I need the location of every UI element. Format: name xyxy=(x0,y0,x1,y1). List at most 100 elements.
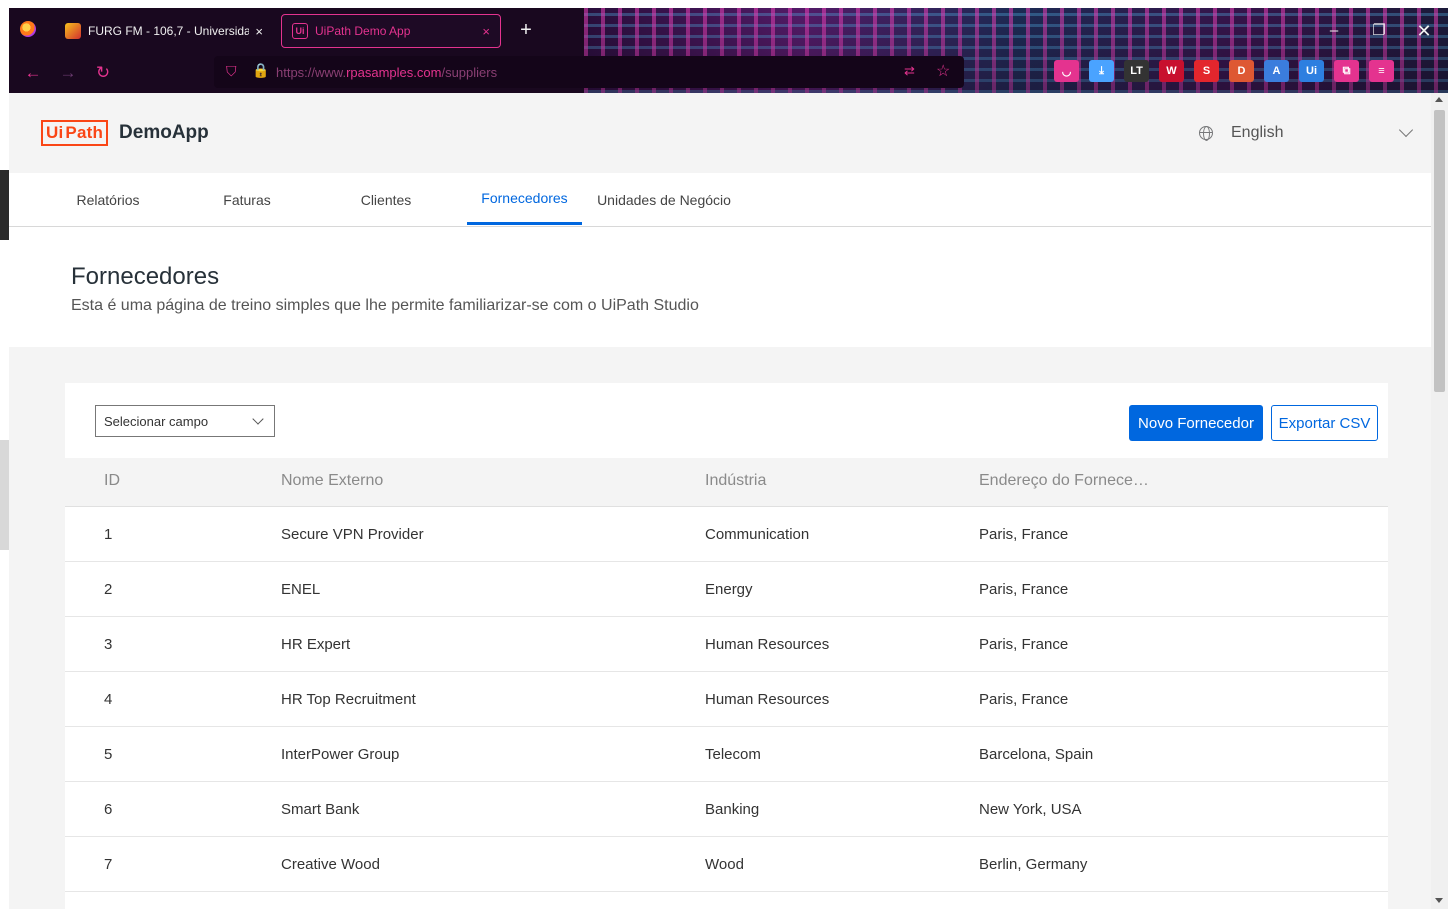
column-header-industry[interactable]: Indústria xyxy=(705,472,766,490)
scroll-down-icon[interactable] xyxy=(1435,898,1443,903)
cell-id: 7 xyxy=(104,856,113,873)
column-header-name[interactable]: Nome Externo xyxy=(281,472,383,490)
cell-id: 4 xyxy=(104,691,113,708)
table-row[interactable]: 6 Smart Bank Banking New York, USA xyxy=(65,782,1388,837)
close-tab-icon[interactable]: × xyxy=(255,24,263,39)
cell-address: Paris, France xyxy=(979,636,1069,653)
cell-industry: Banking xyxy=(705,801,760,818)
suppliers-table: ID Nome Externo Indústria Endereço do Fo… xyxy=(65,458,1388,892)
screen: FURG FM - 106,7 - Universidade × Ui UiPa… xyxy=(0,0,1456,916)
cell-industry: Human Resources xyxy=(705,636,830,653)
uipath-ext-icon[interactable]: Ui xyxy=(1299,60,1324,82)
tab-clientes[interactable]: Clientes xyxy=(329,173,443,226)
cell-address: Berlin, Germany xyxy=(979,856,1088,873)
globe-icon xyxy=(1199,126,1213,141)
language-select[interactable]: English xyxy=(1199,121,1415,145)
cell-name: Secure VPN Provider xyxy=(281,526,424,543)
browser-tab-furg[interactable]: FURG FM - 106,7 - Universidade × xyxy=(55,14,273,48)
browser-tab-uipath[interactable]: Ui UiPath Demo App × xyxy=(281,14,501,48)
page-subtitle: Esta é uma página de treino simples que … xyxy=(71,297,699,314)
url-text[interactable]: https://www.rpasamples.com/suppliers xyxy=(276,65,497,80)
column-header-address[interactable]: Endereço do Fornece… xyxy=(979,472,1149,490)
app-name: DemoApp xyxy=(119,122,209,143)
cell-id: 6 xyxy=(104,801,113,818)
forward-button[interactable]: → xyxy=(56,61,80,85)
back-button[interactable]: ← xyxy=(21,61,45,85)
cell-industry: Communication xyxy=(705,526,810,543)
cell-id: 3 xyxy=(104,636,113,653)
cell-address: Paris, France xyxy=(979,581,1069,598)
tab-relatorios[interactable]: Relatórios xyxy=(51,173,165,226)
cell-industry: Energy xyxy=(705,581,753,598)
page-intro: Fornecedores Esta é uma página de treino… xyxy=(9,227,1431,347)
table-row[interactable]: 4 HR Top Recruitment Human Resources Paris,… xyxy=(65,672,1388,727)
page-scrollbar[interactable] xyxy=(1431,93,1448,909)
new-supplier-button[interactable]: Novo Fornecedor xyxy=(1129,405,1263,441)
lock-icon[interactable]: 🔒 xyxy=(252,62,269,79)
tab-unidades-de-negocio[interactable]: Unidades de Negócio xyxy=(594,173,734,226)
chevron-down-icon xyxy=(1398,122,1414,138)
close-window-button[interactable]: ✕ xyxy=(1411,20,1437,42)
url-path: /suppliers xyxy=(441,65,498,80)
uipath-logo[interactable]: Ui Path DemoApp xyxy=(41,120,209,146)
desktop-edge xyxy=(0,0,9,916)
table-row[interactable]: 2 ENEL Energy Paris, France xyxy=(65,562,1388,617)
tracking-protection-icon[interactable]: ⛉ xyxy=(226,63,237,80)
desktop-window-edge xyxy=(0,440,9,550)
url-domain: rpasamples.com xyxy=(346,65,442,80)
firefox-icon[interactable] xyxy=(20,21,36,37)
cell-id: 5 xyxy=(104,746,113,763)
tab-fornecedores[interactable]: Fornecedores xyxy=(467,173,582,225)
extensions-icon[interactable]: ⧉ xyxy=(1334,60,1359,82)
uipath-favicon-icon: Ui xyxy=(292,23,308,39)
menu-icon[interactable]: ≡ xyxy=(1369,60,1394,82)
table-row[interactable]: 7 Creative Wood Wood Berlin, Germany xyxy=(65,837,1388,892)
table-row[interactable]: 1 Secure VPN Provider Communication Paris, … xyxy=(65,507,1388,562)
field-select[interactable]: Selecionar campo xyxy=(95,405,275,437)
cell-address: Paris, France xyxy=(979,526,1069,543)
desktop-window-edge xyxy=(0,170,9,240)
cell-industry: Human Resources xyxy=(705,691,830,708)
address-bar[interactable]: ⛉ 🔒 https://www.rpasamples.com/suppliers… xyxy=(214,56,964,88)
close-tab-icon[interactable]: × xyxy=(482,24,490,39)
minimize-button[interactable]: – xyxy=(1321,20,1347,42)
suppliers-card: Selecionar campo Novo Fornecedor Exporta… xyxy=(65,383,1388,916)
page-title: Fornecedores xyxy=(71,263,220,290)
download-icon[interactable]: ⤓ xyxy=(1089,60,1114,82)
restore-button[interactable]: ❐ xyxy=(1366,20,1392,42)
translate-ext-icon[interactable]: A xyxy=(1264,60,1289,82)
tab-title: UiPath Demo App xyxy=(315,24,411,38)
scroll-up-icon[interactable] xyxy=(1435,97,1443,102)
cell-address: New York, USA xyxy=(979,801,1082,818)
cell-id: 1 xyxy=(104,526,113,543)
table-row[interactable]: 3 HR Expert Human Resources Paris, France xyxy=(65,617,1388,672)
tab-faturas[interactable]: Faturas xyxy=(190,173,304,226)
cell-name: InterPower Group xyxy=(281,746,400,763)
cell-name: HR Top Recruitment xyxy=(281,691,416,708)
pocket-icon[interactable]: ◡ xyxy=(1054,60,1079,82)
table-row[interactable]: 5 InterPower Group Telecom Barcelona, Spain xyxy=(65,727,1388,782)
cell-id: 2 xyxy=(104,581,113,598)
tab-title: FURG FM - 106,7 - Universidade xyxy=(88,24,250,38)
window-bottom-edge xyxy=(9,909,1448,916)
translate-page-icon[interactable]: ⇄ xyxy=(904,63,915,79)
bookmark-star-icon[interactable]: ☆ xyxy=(936,61,950,81)
furg-favicon-icon xyxy=(65,23,81,39)
extension-w-icon[interactable]: W xyxy=(1159,60,1184,82)
logo-ui-text: Ui xyxy=(46,123,64,142)
language-value: English xyxy=(1231,124,1284,141)
table-header: ID Nome Externo Indústria Endereço do Fo… xyxy=(65,458,1388,507)
extension-lt-icon[interactable]: LT xyxy=(1124,60,1149,82)
scrollbar-thumb[interactable] xyxy=(1434,110,1445,392)
column-header-id[interactable]: ID xyxy=(104,472,120,490)
cell-address: Paris, France xyxy=(979,691,1069,708)
reload-button[interactable]: ↻ xyxy=(91,61,115,85)
duckduckgo-icon[interactable]: D xyxy=(1229,60,1254,82)
export-csv-button[interactable]: Exportar CSV xyxy=(1271,405,1378,441)
logo-path-text: Path xyxy=(65,123,104,142)
chevron-down-icon xyxy=(252,412,264,425)
table-body: 1 Secure VPN Provider Communication Paris, … xyxy=(65,507,1388,892)
extension-s-icon[interactable]: S xyxy=(1194,60,1219,82)
new-tab-button[interactable]: + xyxy=(514,18,538,42)
cell-name: Smart Bank xyxy=(281,801,360,818)
